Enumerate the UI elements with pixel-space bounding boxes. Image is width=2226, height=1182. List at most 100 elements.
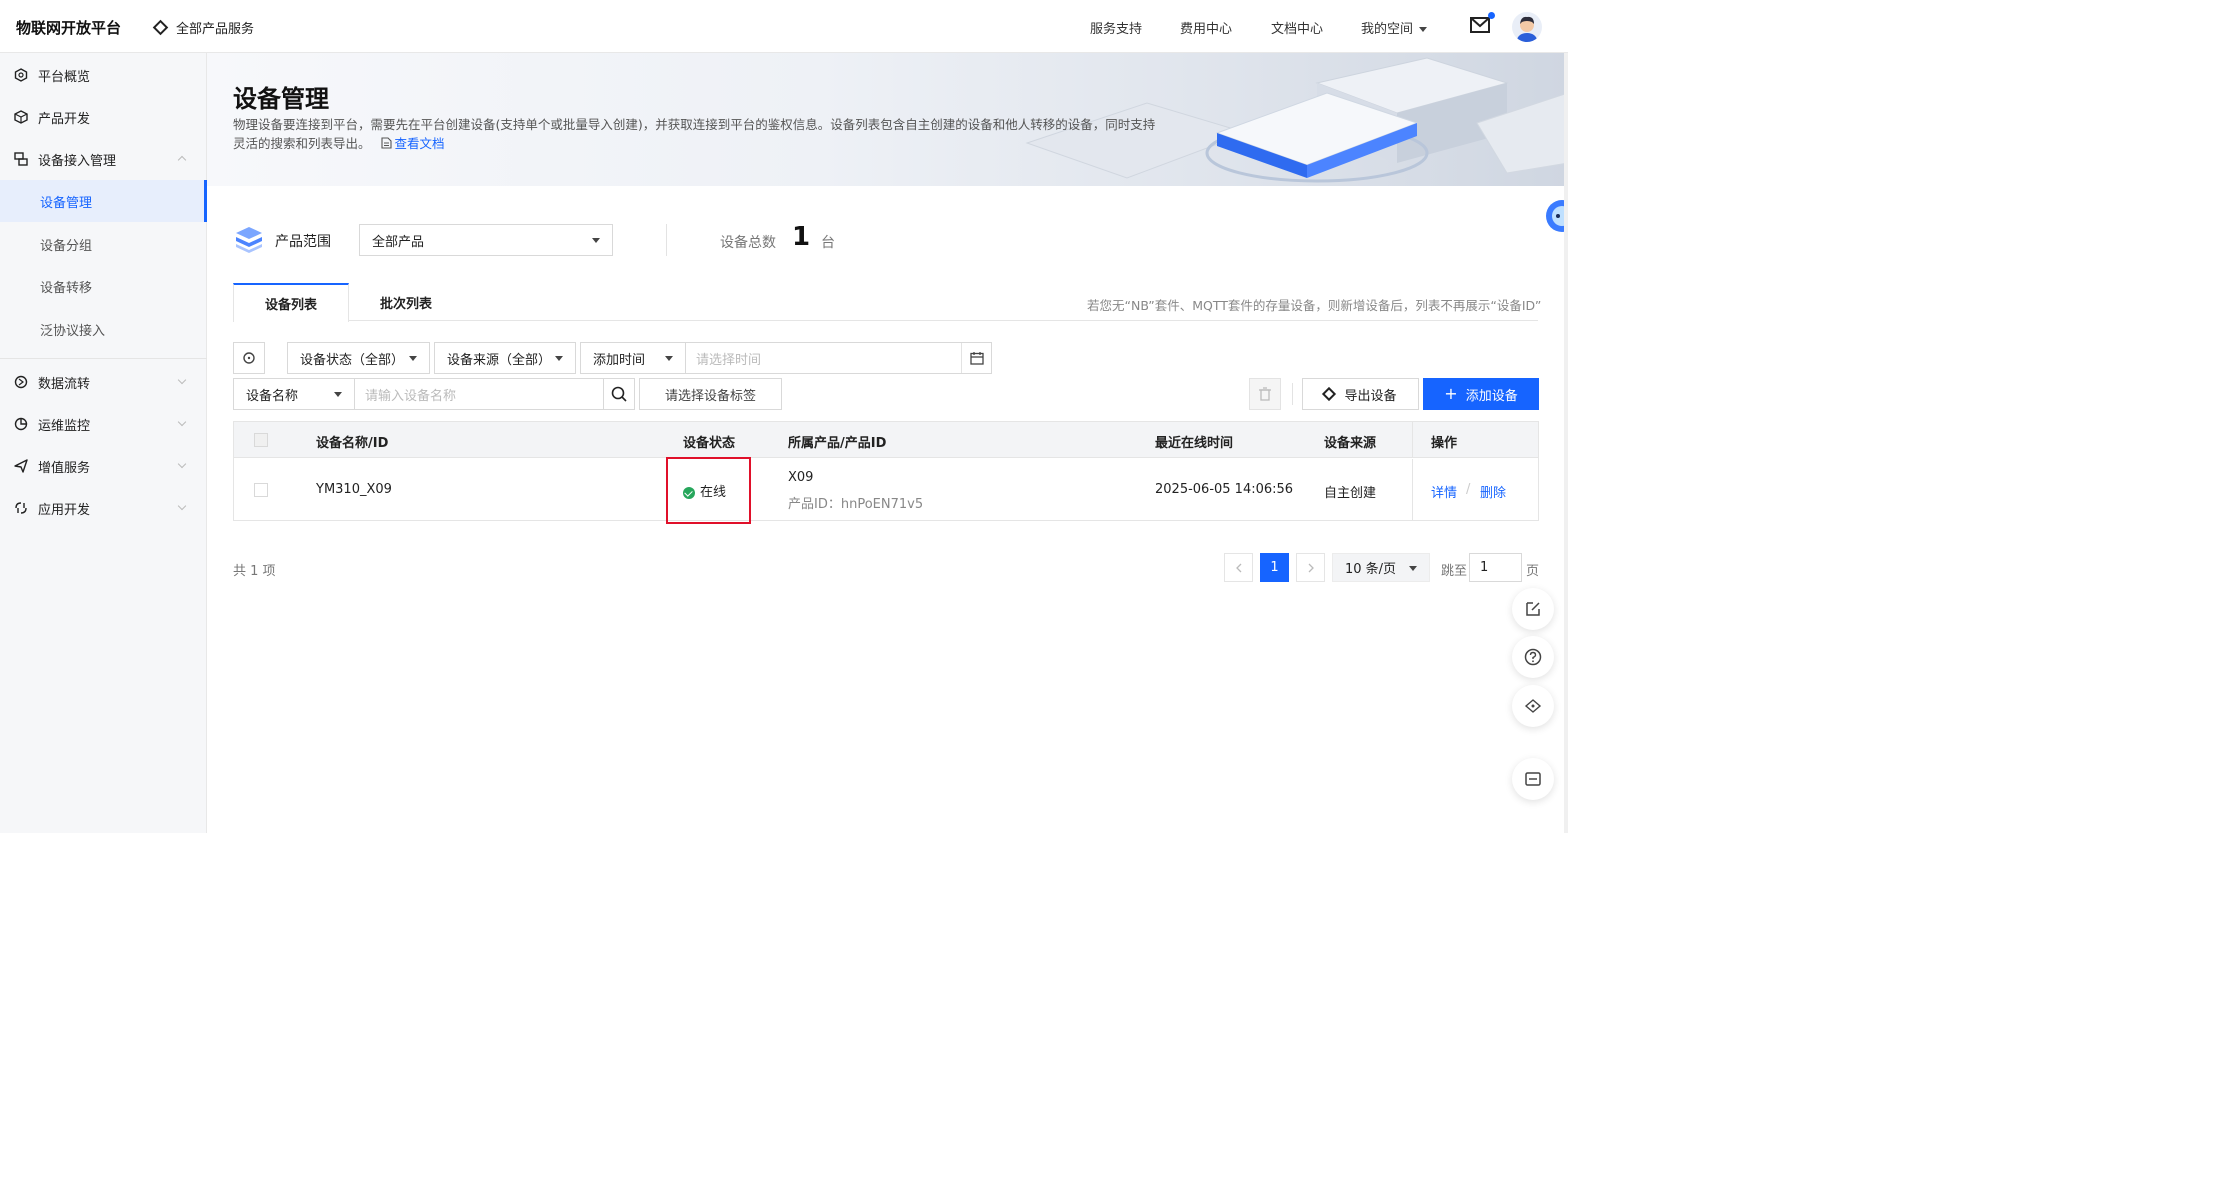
sidebar-item-value-added[interactable]: 增值服务 [0,445,207,487]
scrollbar[interactable] [1564,53,1568,833]
table-header: 设备名称/ID 设备状态 所属产品/产品ID 最近在线时间 设备来源 操作 [234,422,1538,458]
chevron-left-icon [1235,563,1241,572]
search-button[interactable] [603,378,635,410]
diamond-icon [1322,386,1337,402]
sidebar-sub-device-group[interactable]: 设备分组 [0,223,207,265]
nav-my-space[interactable]: 我的空间 [1361,18,1428,37]
page-size-select[interactable]: 10 条/页 [1332,553,1430,582]
product-id: 产品ID：hnPoEN71v5 [788,497,924,512]
time-range-input[interactable]: 请选择时间 [685,342,992,374]
sidebar-item-label: 产品开发 [38,111,91,127]
device-status-value: 设备状态（全部） [300,352,405,368]
chevron-down-icon [177,375,187,385]
sidebar-item-label: 平台概览 [38,69,91,85]
device-name-search-input[interactable]: 请输入设备名称 [354,378,604,410]
sidebar-item-label: 运维监控 [38,418,91,434]
question-icon [1524,648,1542,666]
device-name[interactable]: YM310_X09 [316,482,392,497]
search-field-select[interactable]: 设备名称 [233,378,355,410]
add-device-label: 添加设备 [1465,388,1518,404]
minimize-button[interactable] [1512,758,1554,800]
document-icon [380,137,392,149]
nav-billing-center[interactable]: 费用中心 [1180,18,1232,37]
mail-icon[interactable] [1470,17,1490,33]
export-devices-button[interactable]: 导出设备 [1302,378,1419,410]
tabs-note: 若您无“NB”套件、MQTT套件的存量设备，则新增设备后，列表不再展示“设备ID… [1087,298,1542,313]
page-1-button[interactable]: 1 [1260,553,1289,582]
tab-device-list[interactable]: 设备列表 [233,283,349,322]
detail-link[interactable]: 详情 [1431,482,1457,501]
export-devices-label: 导出设备 [1344,388,1397,404]
nav-service-support[interactable]: 服务支持 [1090,18,1142,37]
header-device-name: 设备名称/ID [316,436,389,451]
device-status-select[interactable]: 设备状态（全部） [287,342,430,374]
sidebar-sub-device-management[interactable]: 设备管理 [0,180,207,222]
time-type-select[interactable]: 添加时间 [580,342,686,374]
help-button[interactable] [1512,636,1554,678]
last-online-time: 2025-06-05 14:06:56 [1155,482,1294,497]
view-docs-link[interactable]: 查看文档 [380,136,445,151]
feedback-button[interactable] [1512,588,1554,630]
chevron-down-icon [177,459,187,469]
sidebar-item-label: 增值服务 [38,460,91,476]
select-all-checkbox[interactable] [254,433,268,447]
sidebar-sub-device-transfer[interactable]: 设备转移 [0,265,207,307]
avatar[interactable] [1512,12,1542,42]
sidebar-item-label: 应用开发 [38,502,91,518]
chevron-down-icon [177,501,187,511]
delete-link[interactable]: 删除 [1480,482,1506,501]
next-page-button[interactable] [1296,553,1325,582]
sidebar-item-data-flow[interactable]: 数据流转 [0,361,207,403]
cube-icon [14,110,28,124]
device-source-select[interactable]: 设备来源（全部） [434,342,576,374]
time-range-placeholder: 请选择时间 [696,352,762,368]
device-tag-select[interactable]: 请选择设备标签 [639,378,782,410]
prev-page-button[interactable] [1224,553,1253,582]
jump-label: 跳至 [1441,564,1468,579]
time-type-value: 添加时间 [593,352,646,368]
search-field-value: 设备名称 [246,388,299,404]
my-space-label: 我的空间 [1361,22,1414,37]
description-text: 物理设备要连接到平台，需要先在平台创建设备(支持单个或批量导入创建)，并获取连接… [233,117,1156,151]
plus-icon: + [1444,384,1458,403]
add-device-button[interactable]: + 添加设备 [1423,378,1539,410]
header-product: 所属产品/产品ID [788,436,887,451]
sidebar-item-device-access[interactable]: 设备接入管理 [0,138,207,180]
chevron-down-icon [592,238,600,243]
all-products-menu[interactable]: 全部产品服务 [152,18,254,37]
brand-title[interactable]: 物联网开放平台 [16,17,121,38]
header-actions: 操作 [1431,436,1458,451]
hexagon-icon [14,68,28,82]
service-button[interactable] [1512,685,1554,727]
sidebar-item-label: 设备接入管理 [38,153,117,169]
trash-icon [1259,387,1271,401]
status-highlight-box [666,457,751,524]
refresh-icon [243,352,255,364]
page-unit: 页 [1526,564,1540,579]
action-separator: / [1466,482,1471,497]
device-table: 设备名称/ID 设备状态 所属产品/产品ID 最近在线时间 设备来源 操作 YM… [233,421,1539,521]
tab-batch-list[interactable]: 批次列表 [349,283,463,321]
delete-batch-button[interactable] [1249,378,1281,410]
chevron-down-icon [1409,566,1417,571]
page-size-value: 10 条/页 [1345,562,1397,577]
product-scope-select[interactable]: 全部产品 [359,224,613,256]
sidebar-item-product-dev[interactable]: 产品开发 [0,96,207,138]
device-source: 自主创建 [1324,486,1377,501]
flow-icon [14,375,28,389]
nav-docs-center[interactable]: 文档中心 [1271,18,1323,37]
sidebar-item-ops-monitor[interactable]: 运维监控 [0,403,207,445]
jump-page-input[interactable]: 1 [1469,553,1522,582]
sidebar-sub-generic-protocol[interactable]: 泛协议接入 [0,308,207,350]
calendar-icon[interactable] [970,351,984,365]
product-scope-icon [236,227,262,253]
refresh-button[interactable] [233,342,265,374]
device-total-value: 1 [792,222,811,252]
device-name-placeholder: 请输入设备名称 [365,388,457,404]
sidebar-item-label: 数据流转 [38,376,91,392]
sidebar-item-app-dev[interactable]: 应用开发 [0,487,207,529]
header-last-online: 最近在线时间 [1155,436,1234,451]
row-checkbox[interactable] [254,483,268,497]
sidebar-item-overview[interactable]: 平台概览 [0,54,207,96]
chevron-down-icon [1419,27,1428,32]
